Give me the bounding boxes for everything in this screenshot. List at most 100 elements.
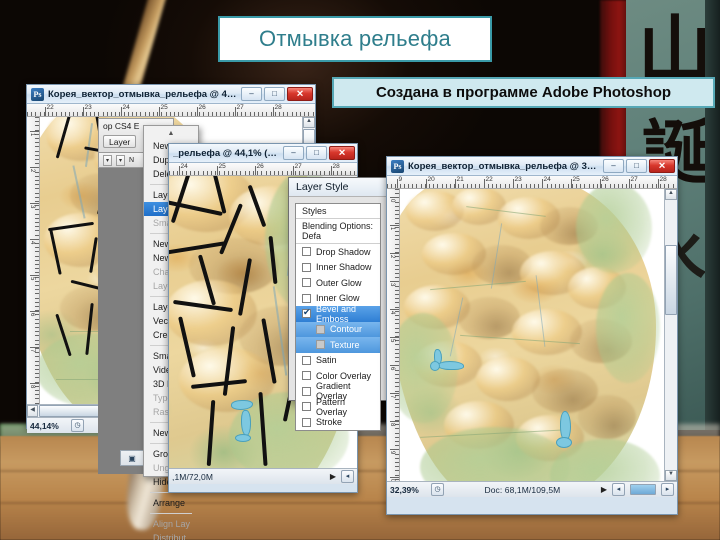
ruler-tick bbox=[299, 171, 301, 175]
effect-row-satin[interactable]: Satin bbox=[296, 353, 380, 369]
lake bbox=[235, 434, 251, 442]
ruler-tick bbox=[35, 251, 39, 253]
close-button[interactable]: ✕ bbox=[329, 146, 355, 160]
effect-row-stroke[interactable]: Stroke bbox=[296, 415, 380, 431]
checkbox-contour[interactable] bbox=[316, 324, 325, 334]
effect-row-drop-shadow[interactable]: Drop Shadow bbox=[296, 244, 380, 260]
flow-stepper[interactable]: ▾ bbox=[116, 155, 125, 166]
maximize-icon: □ bbox=[314, 148, 319, 157]
maximize-button[interactable]: □ bbox=[306, 146, 327, 160]
status-extra-icon[interactable]: ◂ bbox=[341, 470, 354, 483]
status-arrow-front[interactable]: ▶ bbox=[601, 485, 607, 494]
ruler-number: 1 bbox=[389, 226, 395, 230]
menu-scroll-up[interactable]: ▲ bbox=[144, 128, 198, 139]
opacity-stepper[interactable]: ▾ bbox=[103, 155, 112, 166]
status-clock-icon[interactable]: ◷ bbox=[71, 419, 84, 432]
ruler-tick bbox=[487, 184, 489, 188]
window-controls-middle[interactable]: – □ ✕ bbox=[283, 146, 355, 160]
ruler-tick bbox=[395, 441, 399, 442]
scroll-up-button[interactable]: ▲ bbox=[303, 117, 315, 128]
layer-menu-button[interactable]: Layer bbox=[103, 135, 137, 148]
checkbox-color-overlay[interactable] bbox=[302, 371, 311, 381]
checkbox-texture[interactable] bbox=[316, 340, 325, 350]
lake-reservoir bbox=[556, 437, 572, 448]
effect-row-texture[interactable]: Texture bbox=[296, 337, 380, 353]
ruler-tick bbox=[35, 146, 39, 148]
layer-style-dialog[interactable]: Layer Style Styles Blending Options: Def… bbox=[288, 177, 388, 431]
photoshop-window-front[interactable]: Ps Корея_вектор_отмывка_рельефа @ 32,4% … bbox=[386, 156, 678, 515]
window-controls-back[interactable]: – □ ✕ bbox=[241, 87, 313, 101]
effect-row-inner-shadow[interactable]: Inner Shadow bbox=[296, 260, 380, 276]
layer-style-title: Layer Style bbox=[296, 181, 349, 193]
ruler-number: 24 bbox=[180, 163, 188, 170]
titlebar-back[interactable]: Ps Корея_вектор_отмывка_рельефа @ 44,1% … bbox=[27, 85, 315, 104]
maximize-button[interactable]: □ bbox=[626, 159, 647, 173]
ruler-tick bbox=[391, 184, 393, 188]
scroll-left-button[interactable]: ◀ bbox=[27, 405, 38, 417]
ruler-tick bbox=[249, 112, 251, 116]
checkbox-gradient-overlay[interactable] bbox=[302, 386, 311, 396]
ruler-tick bbox=[35, 205, 39, 207]
effect-rows-container[interactable]: Drop Shadow Inner Shadow Outer Glow Inner G… bbox=[296, 244, 380, 430]
window-controls-front[interactable]: – □ ✕ bbox=[603, 159, 675, 173]
ruler-tick bbox=[94, 112, 96, 116]
ruler-tick bbox=[207, 112, 209, 116]
menu-item-arrange[interactable]: Arrange bbox=[144, 496, 198, 510]
titlebar-front[interactable]: Ps Корея_вектор_отмывка_рельефа @ 32,4% … bbox=[387, 157, 677, 176]
minimize-button[interactable]: – bbox=[283, 146, 304, 160]
close-button[interactable]: ✕ bbox=[287, 87, 313, 101]
ruler-tick bbox=[269, 171, 271, 175]
checkbox-drop-shadow[interactable] bbox=[302, 247, 311, 257]
minimize-button[interactable]: – bbox=[241, 87, 262, 101]
ruler-tick bbox=[630, 184, 632, 188]
titlebar-middle[interactable]: _рельефа @ 44,1% (Layer ... – □ ✕ bbox=[169, 144, 357, 163]
ruler-tick bbox=[216, 112, 217, 116]
ruler-tick bbox=[35, 209, 39, 211]
ruler-number: 23 bbox=[514, 176, 522, 183]
checkbox-satin[interactable] bbox=[302, 355, 311, 365]
ruler-tick bbox=[35, 159, 39, 160]
ruler-tick bbox=[395, 260, 399, 262]
blending-options-row[interactable]: Blending Options: Defa bbox=[296, 219, 380, 244]
effect-row-outer-glow[interactable]: Outer Glow bbox=[296, 275, 380, 291]
ruler-tick bbox=[211, 112, 213, 116]
scroll-up-button[interactable]: ▲ bbox=[665, 189, 677, 200]
ruler-number: 26 bbox=[601, 176, 609, 183]
checkbox-inner-shadow[interactable] bbox=[302, 262, 311, 272]
checkbox-bevel-and-emboss[interactable] bbox=[302, 307, 311, 319]
maximize-button[interactable]: □ bbox=[264, 87, 285, 101]
canvas-front[interactable] bbox=[400, 189, 664, 481]
effects-list[interactable]: Styles Blending Options: Defa Drop Shado… bbox=[295, 203, 381, 431]
styles-header[interactable]: Styles bbox=[296, 204, 380, 219]
scroll-down-button[interactable]: ▼ bbox=[665, 470, 677, 481]
ruler-tick bbox=[395, 344, 399, 346]
effect-row-bevel-and-emboss[interactable]: Bevel and Emboss bbox=[296, 304, 380, 324]
status-clock-icon[interactable]: ◷ bbox=[431, 483, 444, 496]
minimize-button[interactable]: – bbox=[603, 159, 624, 173]
layer-style-titlebar: Layer Style bbox=[289, 178, 387, 197]
effect-row-contour[interactable]: Contour bbox=[296, 321, 380, 337]
status-arrow-middle[interactable]: ▶ bbox=[330, 472, 336, 481]
vertical-scrollbar-front[interactable]: ▲ ▼ bbox=[664, 189, 677, 481]
options-row[interactable]: ▾ ▾ N bbox=[99, 153, 143, 168]
checkbox-inner-glow[interactable] bbox=[302, 293, 311, 303]
scroll-thumb[interactable] bbox=[665, 245, 677, 315]
checkbox-stroke[interactable] bbox=[302, 417, 311, 427]
ruler-tick bbox=[144, 112, 146, 116]
ruler-number: 28 bbox=[659, 176, 667, 183]
camera-raw-button[interactable]: ▣ bbox=[120, 450, 144, 466]
checkbox-pattern-overlay[interactable] bbox=[302, 402, 311, 412]
checkbox-outer-glow[interactable] bbox=[302, 278, 311, 288]
ruler-tick bbox=[35, 335, 39, 337]
close-button[interactable]: ✕ bbox=[649, 159, 675, 173]
ruler-tick bbox=[567, 184, 569, 188]
effect-row-pattern-overlay[interactable]: Pattern Overlay bbox=[296, 397, 380, 417]
status-forward-icon[interactable]: ▸ bbox=[661, 483, 674, 496]
ruler-tick bbox=[35, 373, 39, 375]
options-bar[interactable]: ▾ ▾ N bbox=[98, 152, 144, 168]
ruler-tick bbox=[622, 184, 624, 188]
ruler-tick bbox=[35, 306, 39, 307]
ruler-tick bbox=[35, 339, 39, 341]
ruler-tick bbox=[232, 171, 233, 175]
status-nav-icon[interactable]: ◂ bbox=[612, 483, 625, 496]
